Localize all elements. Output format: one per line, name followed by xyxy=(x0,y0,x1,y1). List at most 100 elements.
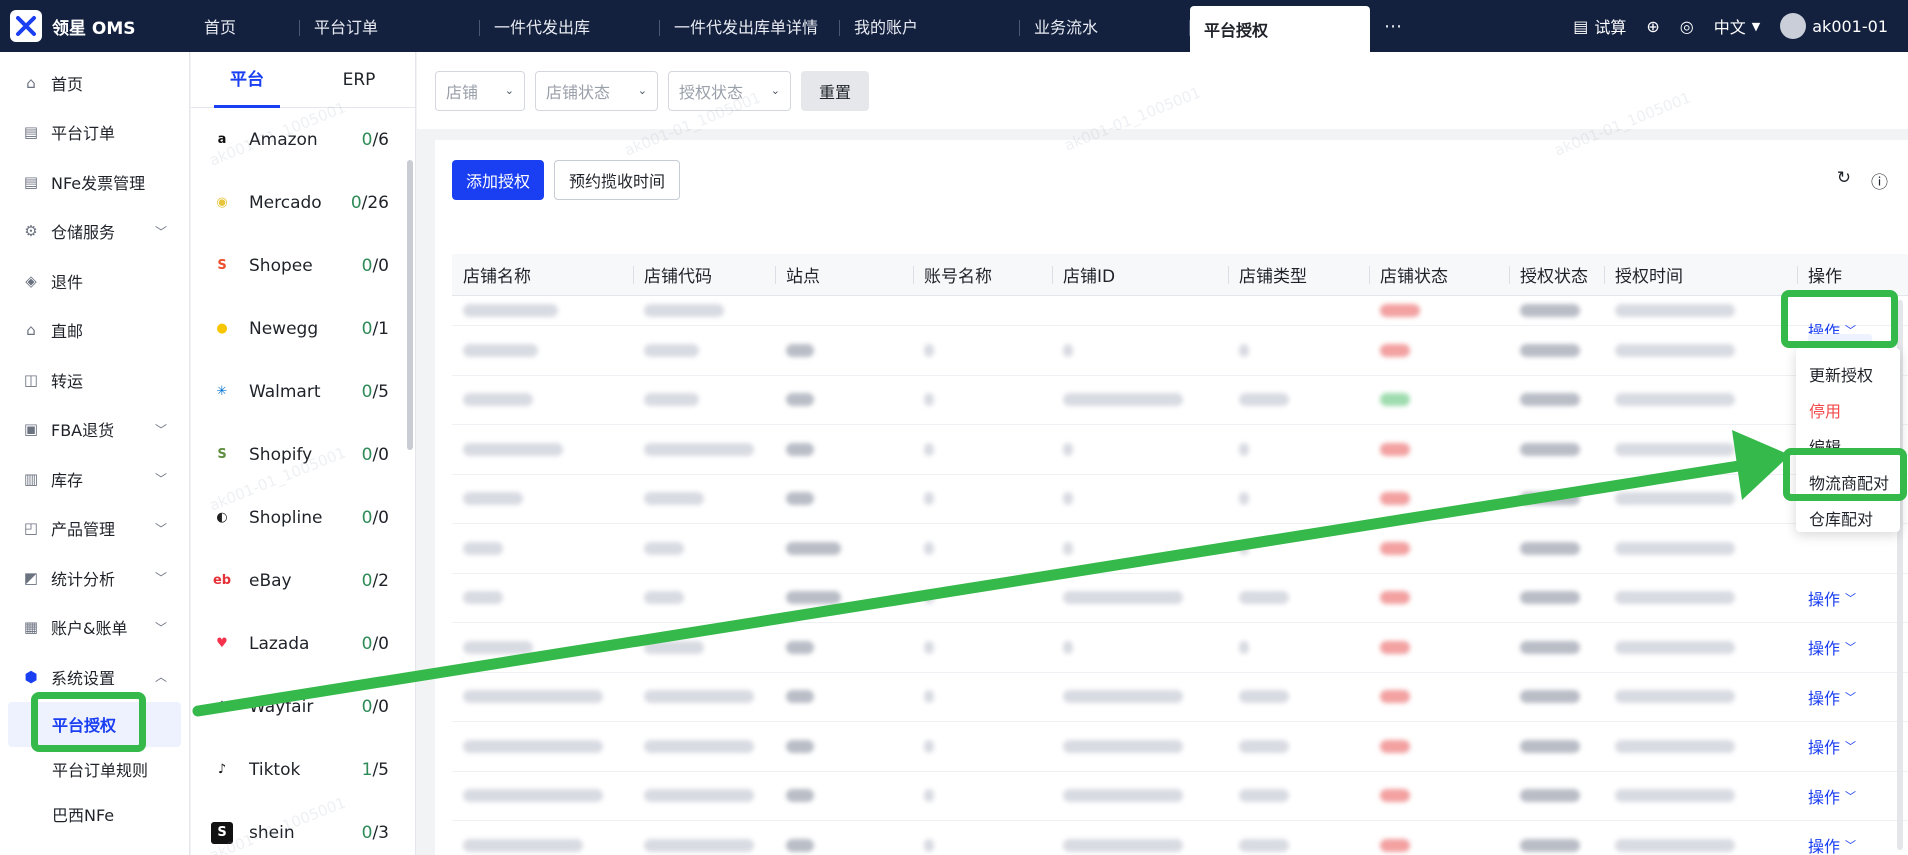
redacted-value xyxy=(1239,393,1289,407)
operation-menu-button[interactable]: 操作 ﹀ xyxy=(1808,635,1856,659)
warehouse-service-icon: ⚙ xyxy=(24,222,38,241)
column-header[interactable]: 授权时间 xyxy=(1604,254,1797,296)
table-cell: 操作 ﹀ xyxy=(1797,821,1908,855)
sidebar-item[interactable]: ▥ 库存 ﹀ xyxy=(0,454,189,504)
column-header[interactable]: 站点 xyxy=(775,254,913,296)
operation-menu-button[interactable]: 操作 ﹀ xyxy=(1808,784,1856,808)
sidebar-item[interactable]: ◰ 产品管理 ﹀ xyxy=(0,504,189,554)
reset-button[interactable]: 重置 xyxy=(801,70,870,111)
sidebar-item[interactable]: ▤ 平台订单 xyxy=(0,108,189,158)
platform-scrollbar[interactable] xyxy=(407,160,413,450)
platform-item[interactable]: ◐ Shopline 0/0 xyxy=(191,486,405,549)
operation-menu-button[interactable]: 操作 ﹀ xyxy=(1808,833,1856,855)
redacted-value xyxy=(463,591,503,605)
platform-item[interactable]: ● Newegg 0/1 xyxy=(191,297,405,360)
column-header[interactable]: 店铺类型 xyxy=(1228,254,1369,296)
sidebar-item[interactable]: ▤ NFe发票管理 xyxy=(0,157,189,207)
sidebar-subitem-brazil-nfe[interactable]: 巴西NFe xyxy=(0,792,189,837)
platform-item[interactable]: a Amazon 0/6 xyxy=(191,108,405,171)
platform-item[interactable]: ♪ Tiktok 1/5 xyxy=(191,738,405,801)
menu-item-update-auth[interactable]: 更新授权 xyxy=(1796,356,1900,392)
table-cell xyxy=(1604,524,1797,573)
column-header[interactable]: 授权状态 xyxy=(1509,254,1604,296)
settings-icon: ⬢ xyxy=(24,667,38,686)
platform-item[interactable]: S Shopify 0/0 xyxy=(191,423,405,486)
redacted-value xyxy=(1520,739,1580,753)
tab-erp[interactable]: ERP xyxy=(303,52,415,108)
menu-item-disable[interactable]: 停用 xyxy=(1796,392,1900,428)
platform-count: 0/0 xyxy=(362,445,389,465)
redacted-value xyxy=(786,838,814,852)
sidebar-item[interactable]: ◫ 转运 xyxy=(0,355,189,405)
app-logo[interactable]: 领星 OMS xyxy=(0,0,190,52)
store-select[interactable]: 店铺 ⌄ xyxy=(435,70,525,111)
platform-count: 1/5 xyxy=(362,760,389,780)
schedule-pickup-button[interactable]: 预约揽收时间 xyxy=(554,160,681,200)
sidebar-item[interactable]: ▣ FBA退货 ﹀ xyxy=(0,405,189,455)
download-icon[interactable]: ⊕ xyxy=(1646,17,1659,36)
sidebar-item[interactable]: ⚙ 仓储服务 ﹀ xyxy=(0,207,189,257)
table-cell xyxy=(1509,425,1604,474)
redacted-value xyxy=(1380,690,1410,704)
more-tabs-icon[interactable]: ⋯ xyxy=(1370,0,1416,52)
tab-business-flow[interactable]: 业务流水 xyxy=(1020,0,1190,52)
redacted-value xyxy=(463,343,538,357)
table-cell xyxy=(1509,821,1604,855)
sidebar-item[interactable]: ⌂ 直邮 xyxy=(0,306,189,356)
redacted-value xyxy=(786,739,814,753)
help-icon[interactable]: ⓘ xyxy=(1871,168,1888,193)
trial-calc-button[interactable]: ▤ 试算 xyxy=(1573,14,1626,38)
platform-name: Lazada xyxy=(249,633,310,654)
sidebar-item[interactable]: ◩ 统计分析 ﹀ xyxy=(0,553,189,603)
table-cell xyxy=(633,722,775,771)
operation-menu-button[interactable]: 操作 ﹀ xyxy=(1808,586,1856,610)
platform-item[interactable]: eb eBay 0/2 xyxy=(191,549,405,612)
platform-item[interactable]: ◉ Mercado 0/26 xyxy=(191,171,405,234)
table-cell xyxy=(913,673,1052,722)
add-authorization-button[interactable]: 添加授权 xyxy=(452,160,545,200)
platform-item[interactable]: S Shopee 0/0 xyxy=(191,234,405,297)
redacted-value xyxy=(924,690,934,704)
platform-count: 0/26 xyxy=(351,193,389,213)
tab-platform-orders[interactable]: 平台订单 xyxy=(300,0,480,52)
tab-platform-authorization[interactable]: 平台授权 xyxy=(1190,6,1370,52)
platform-item[interactable]: ♥ Lazada 0/0 xyxy=(191,612,405,675)
table-cell xyxy=(775,673,913,722)
redacted-value xyxy=(924,591,934,605)
tab-dropship-outbound-detail[interactable]: 一件代发出库单详情 xyxy=(660,0,840,52)
store-status-select[interactable]: 店铺状态 ⌄ xyxy=(535,70,658,111)
column-header[interactable]: 店铺代码 xyxy=(633,254,775,296)
tab-dropship-outbound[interactable]: 一件代发出库 xyxy=(480,0,660,52)
table-header: 店铺名称 店铺代码 站点 账号名称 店铺ID 店铺类型 店铺状态 授权状态 授权时间 操作 xyxy=(452,254,1908,296)
redacted-value xyxy=(1615,492,1735,506)
auth-status-select[interactable]: 授权状态 ⌄ xyxy=(668,70,791,111)
tab-my-account[interactable]: 我的账户 xyxy=(840,0,1020,52)
redacted-value xyxy=(1380,492,1410,506)
operation-menu-button[interactable]: 操作 ﹀ xyxy=(1808,734,1856,758)
column-header[interactable]: 店铺状态 xyxy=(1369,254,1509,296)
sidebar-item[interactable]: ◈ 退件 xyxy=(0,256,189,306)
sidebar-subitem-order-rules[interactable]: 平台订单规则 xyxy=(0,747,189,792)
platform-item[interactable]: ❖ Wayfair 0/0 xyxy=(191,675,405,738)
platform-item[interactable]: ✳ Walmart 0/5 xyxy=(191,360,405,423)
column-header[interactable]: 店铺名称 xyxy=(452,254,633,296)
column-header[interactable]: 账号名称 xyxy=(913,254,1052,296)
column-header[interactable]: 店铺ID xyxy=(1052,254,1228,296)
sidebar-item[interactable]: ▦ 账户&账单 ﹀ xyxy=(0,603,189,653)
sidebar-item[interactable]: ⌂ 首页 xyxy=(0,58,189,108)
operation-menu-button[interactable]: 操作 ﹀ xyxy=(1808,685,1856,709)
refresh-icon[interactable]: ↻ xyxy=(1837,168,1851,193)
redacted-value xyxy=(924,492,934,506)
table-cell xyxy=(1369,574,1509,623)
tab-platform[interactable]: 平台 xyxy=(191,52,303,108)
ebay-icon: eb xyxy=(212,573,232,588)
language-select[interactable]: 中文 ▼ xyxy=(1714,14,1760,38)
redacted-value xyxy=(1063,492,1073,506)
target-icon[interactable]: ◎ xyxy=(1680,17,1694,36)
document-icon: ▤ xyxy=(23,123,39,142)
table-cell xyxy=(1604,722,1797,771)
tab-home[interactable]: 首页 xyxy=(190,0,300,52)
user-menu[interactable]: ak001-01 xyxy=(1780,13,1888,39)
platform-item[interactable]: Sshein 0/3 xyxy=(191,801,405,855)
menu-item-warehouse-pairing[interactable]: 仓库配对 xyxy=(1796,500,1900,536)
